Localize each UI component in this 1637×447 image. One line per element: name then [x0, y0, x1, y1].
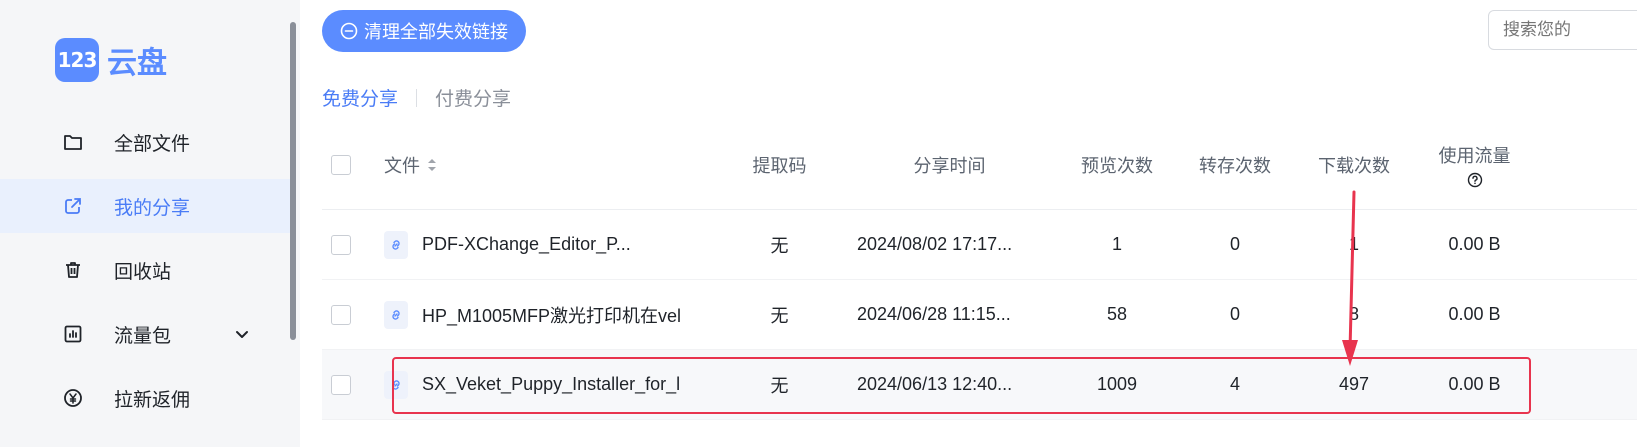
- main-content: 清理全部失效链接 免费分享 付费分享 文件 提取码 分享时间 预览次数 转存次数: [300, 0, 1637, 447]
- clean-invalid-links-button[interactable]: 清理全部失效链接: [322, 10, 526, 52]
- share-icon: [62, 195, 84, 217]
- sidebar-item-referral[interactable]: 拉新返佣: [0, 371, 296, 425]
- folder-icon: [62, 131, 84, 153]
- tab-divider: [416, 88, 418, 107]
- header-time: 分享时间: [913, 155, 986, 176]
- search-input[interactable]: [1488, 10, 1637, 50]
- cell-saves: 4: [1229, 374, 1240, 394]
- help-icon[interactable]: [1467, 172, 1483, 188]
- sidebar: 123 云盘 全部文件 我的分享 回收站 流量包 拉新返佣: [0, 0, 300, 447]
- cell-code: 无: [770, 235, 789, 256]
- file-name-link[interactable]: HP_M1005MFP激光打印机在vel: [422, 302, 702, 328]
- cell-previews: 58: [1106, 304, 1128, 324]
- sidebar-item-label: 拉新返佣: [114, 389, 191, 411]
- logo-text: 云盘: [107, 46, 167, 81]
- header-saves: 转存次数: [1199, 155, 1271, 176]
- cell-saves: 0: [1229, 234, 1240, 254]
- row-checkbox[interactable]: [331, 374, 351, 395]
- logo-mark: 123: [55, 38, 99, 82]
- yen-icon: [62, 387, 84, 409]
- header-code: 提取码: [752, 155, 807, 176]
- cell-downloads: 8: [1348, 304, 1359, 324]
- table-row[interactable]: SX_Veket_Puppy_Installer_for_l 无 2024/06…: [322, 350, 1637, 420]
- sidebar-item-label: 流量包: [114, 325, 172, 347]
- sidebar-item-traffic-pack[interactable]: 流量包: [0, 307, 296, 361]
- chart-icon: [62, 323, 84, 345]
- header-downloads: 下载次数: [1318, 155, 1390, 176]
- tab-paid-share[interactable]: 付费分享: [435, 84, 511, 111]
- sidebar-item-my-share[interactable]: 我的分享: [0, 179, 296, 233]
- cell-time: 2024/08/02 17:17...: [857, 234, 1013, 254]
- cell-time: 2024/06/13 12:40...: [857, 374, 1013, 394]
- sidebar-item-all-files[interactable]: 全部文件: [0, 115, 296, 169]
- cell-downloads: 1: [1348, 234, 1359, 254]
- share-table: 文件 提取码 分享时间 预览次数 转存次数 下载次数 使用流量 PDF-XCha…: [322, 120, 1637, 420]
- cell-flow: 0.00 B: [1448, 234, 1501, 254]
- sidebar-item-recycle-bin[interactable]: 回收站: [0, 243, 296, 297]
- table-header: 文件 提取码 分享时间 预览次数 转存次数 下载次数 使用流量: [322, 120, 1637, 210]
- row-checkbox[interactable]: [331, 304, 351, 325]
- link-icon: [384, 300, 408, 329]
- sidebar-nav: 全部文件 我的分享 回收站 流量包 拉新返佣: [0, 115, 296, 435]
- sidebar-item-label: 全部文件: [114, 133, 191, 155]
- sidebar-item-label: 回收站: [114, 261, 172, 283]
- sidebar-scrollbar[interactable]: [290, 22, 296, 340]
- table-row[interactable]: HP_M1005MFP激光打印机在vel 无 2024/06/28 11:15.…: [322, 280, 1637, 350]
- trash-icon: [62, 259, 84, 281]
- cell-flow: 0.00 B: [1448, 304, 1501, 324]
- file-name-link[interactable]: SX_Veket_Puppy_Installer_for_l: [422, 374, 702, 395]
- header-previews: 预览次数: [1081, 155, 1153, 176]
- cell-time: 2024/06/28 11:15...: [857, 304, 1011, 324]
- file-name-link[interactable]: PDF-XChange_Editor_P...: [422, 234, 702, 255]
- sort-icon[interactable]: [426, 157, 438, 173]
- share-tabs: 免费分享 付费分享: [322, 84, 511, 111]
- header-file[interactable]: 文件: [384, 120, 704, 209]
- cell-previews: 1009: [1096, 374, 1138, 394]
- link-icon: [384, 230, 408, 259]
- cell-previews: 1: [1111, 234, 1122, 254]
- clean-button-label: 清理全部失效链接: [364, 22, 508, 42]
- minus-circle-icon: [340, 22, 358, 40]
- row-checkbox[interactable]: [331, 234, 351, 255]
- app-window: 123 云盘 全部文件 我的分享 回收站 流量包 拉新返佣 清理全部失效链接 搜…: [0, 0, 1637, 447]
- header-flow: 使用流量: [1417, 120, 1532, 209]
- sidebar-item-label: 我的分享: [114, 197, 191, 219]
- cell-saves: 0: [1229, 304, 1240, 324]
- cell-flow: 0.00 B: [1448, 374, 1501, 394]
- select-all-checkbox[interactable]: [331, 154, 351, 175]
- cell-code: 无: [770, 375, 789, 396]
- link-icon: [384, 370, 408, 399]
- tab-free-share[interactable]: 免费分享: [322, 84, 398, 111]
- cell-downloads: 497: [1338, 374, 1370, 394]
- chevron-down-icon[interactable]: [232, 324, 252, 344]
- table-row[interactable]: PDF-XChange_Editor_P... 无 2024/08/02 17:…: [322, 210, 1637, 280]
- brand-logo[interactable]: 123 云盘: [55, 38, 167, 82]
- cell-code: 无: [770, 305, 789, 326]
